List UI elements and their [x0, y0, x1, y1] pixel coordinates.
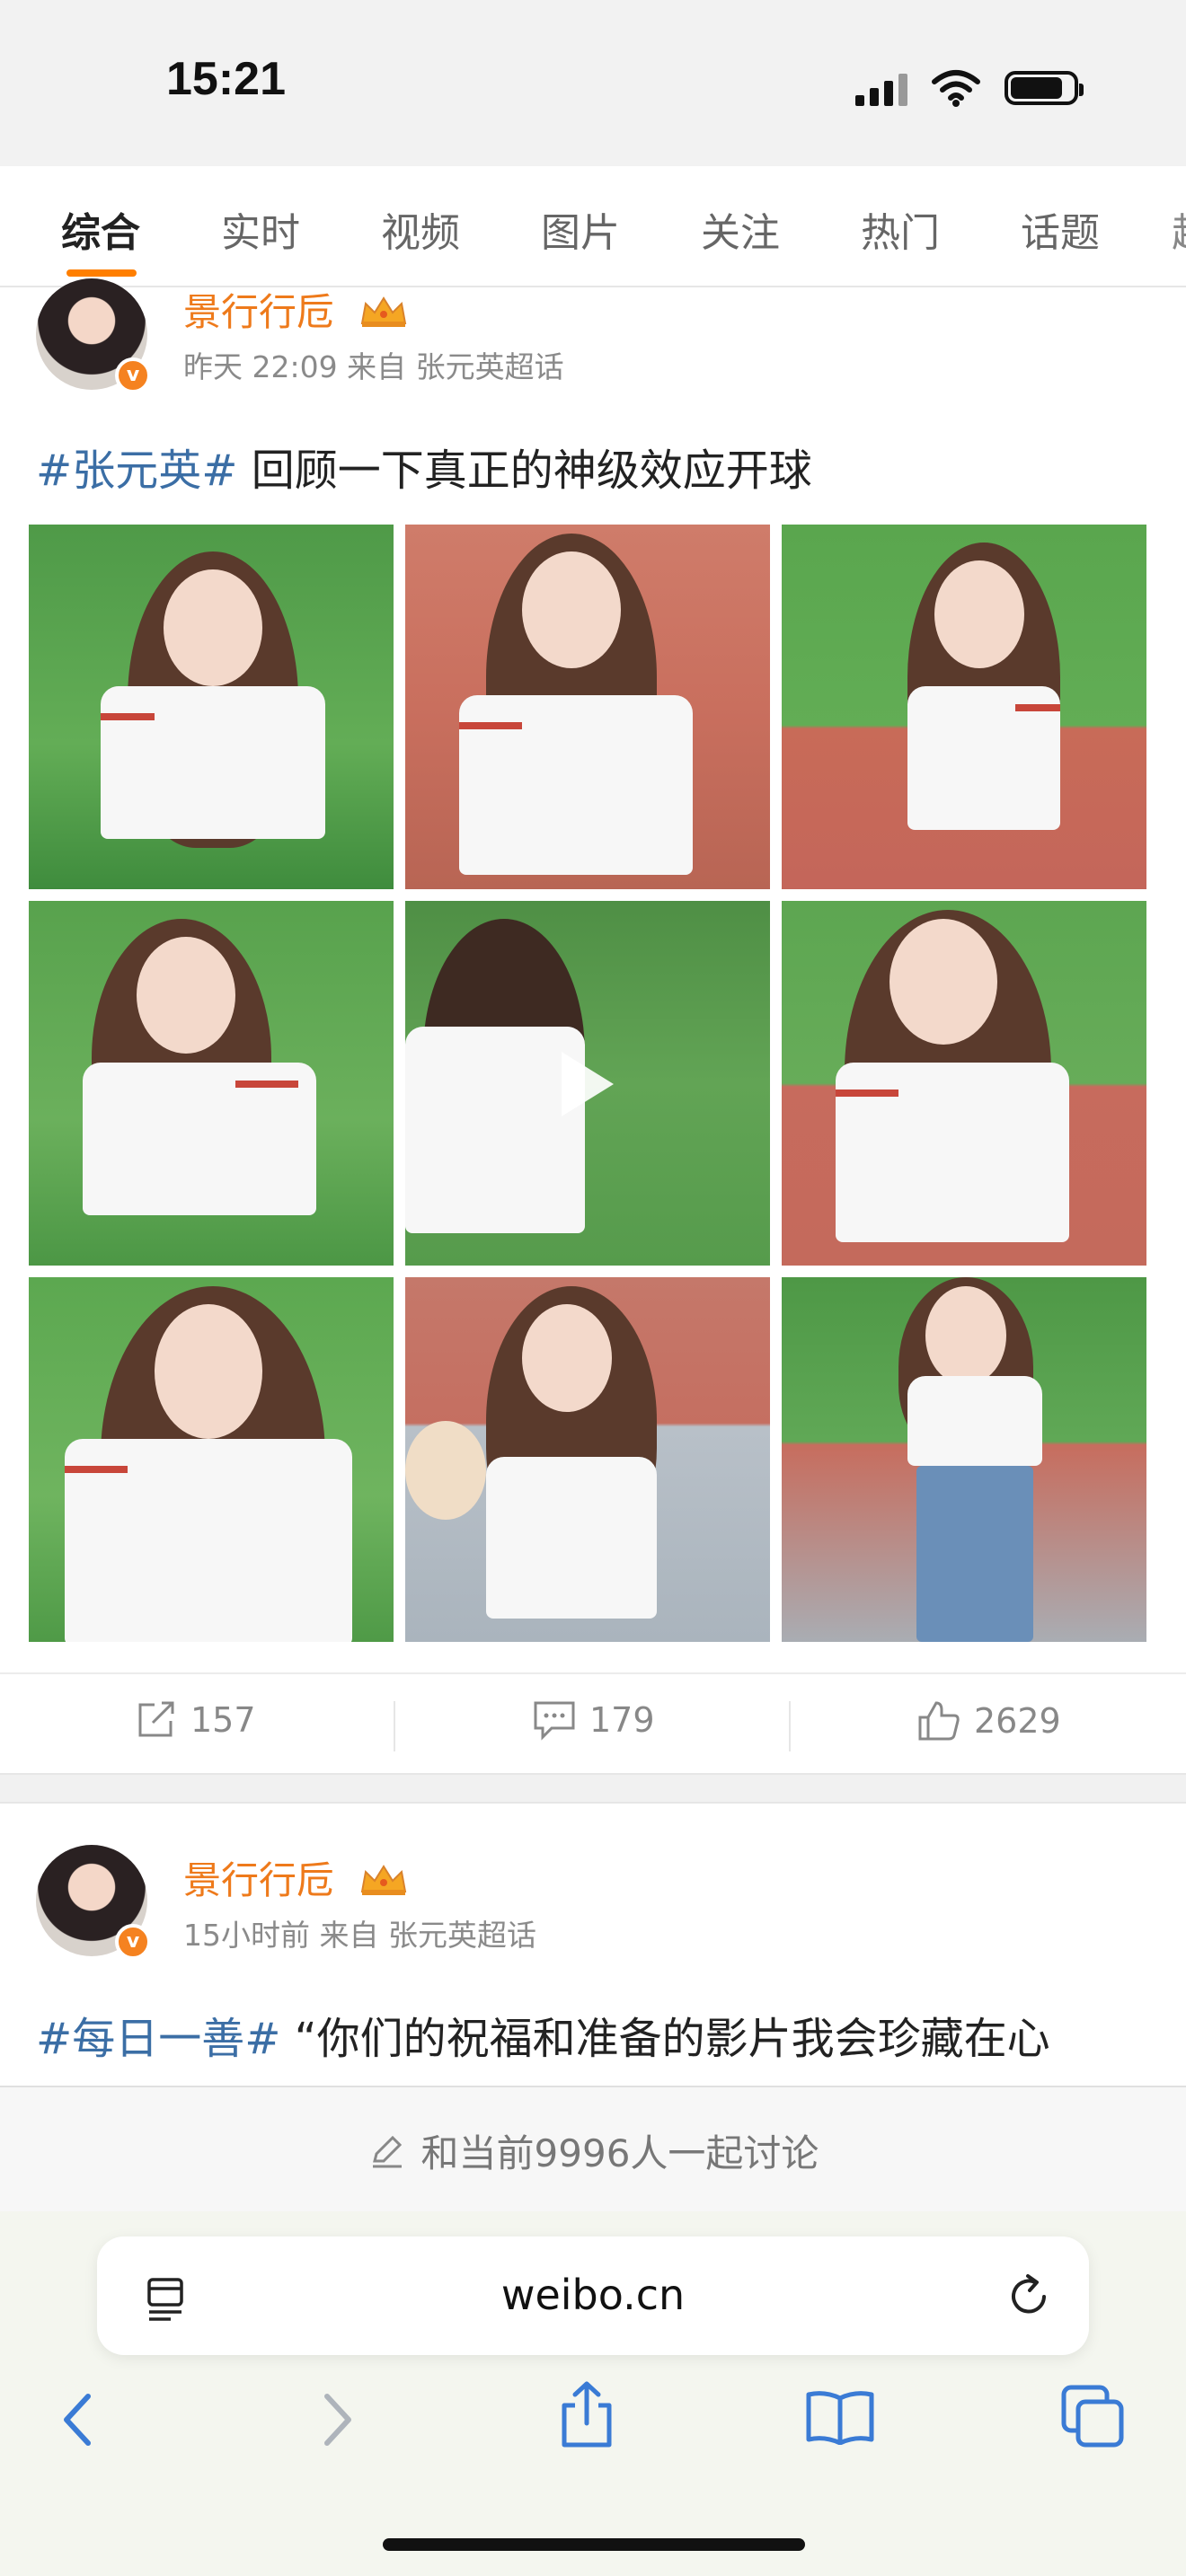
tabs-icon[interactable]: [1060, 2384, 1125, 2448]
active-tab-indicator: [66, 269, 137, 277]
grid-image[interactable]: [405, 525, 770, 889]
grid-image[interactable]: [29, 901, 394, 1266]
like-count: 2629: [974, 1701, 1061, 1741]
discuss-bar[interactable]: 和当前9996人一起讨论: [0, 2086, 1186, 2213]
tab-overflow[interactable]: 超: [1172, 200, 1186, 258]
forward-icon[interactable]: [314, 2391, 359, 2448]
crown-icon: [361, 296, 407, 327]
post-body: 回顾一下真正的神级效应开球: [237, 446, 812, 496]
verified-icon: v: [115, 1924, 151, 1960]
grid-image[interactable]: [782, 1277, 1146, 1642]
grid-image[interactable]: [29, 525, 394, 889]
play-icon[interactable]: [562, 1052, 614, 1116]
grid-image[interactable]: [405, 1277, 770, 1642]
tab-hot[interactable]: 热门: [861, 200, 940, 258]
post-body: “你们的祝福和准备的影片我会珍藏在心: [280, 2014, 1050, 2064]
grid-image[interactable]: [782, 525, 1146, 889]
back-icon[interactable]: [56, 2391, 101, 2448]
tab-comprehensive[interactable]: 综合: [61, 200, 140, 258]
post-actions: 157 179 2629: [0, 1672, 1186, 1775]
grid-image[interactable]: [782, 901, 1146, 1266]
status-icons: [855, 63, 1084, 113]
post-hashtag[interactable]: #每日一善#: [36, 2014, 280, 2064]
battery-icon: [1005, 71, 1084, 105]
crown-icon: [361, 1865, 407, 1895]
pencil-icon: [372, 2135, 402, 2168]
post-text: #张元英# 回顾一下真正的神级效应开球: [36, 435, 812, 498]
status-bar: 15:21: [0, 0, 1186, 166]
share-icon[interactable]: [557, 2380, 616, 2450]
avatar[interactable]: v: [36, 278, 151, 393]
tab-following[interactable]: 关注: [701, 200, 780, 258]
comment-button[interactable]: 179: [532, 1699, 655, 1741]
divider: [789, 1701, 791, 1751]
like-button[interactable]: 2629: [916, 1699, 1061, 1742]
repost-icon: [138, 1701, 174, 1737]
username-text: 景行行卮: [183, 1858, 335, 1902]
repost-button[interactable]: 157: [135, 1699, 256, 1741]
image-grid: [29, 525, 1146, 1642]
grid-video[interactable]: [405, 901, 770, 1266]
status-time: 15:21: [166, 53, 286, 105]
verified-icon: v: [115, 357, 151, 393]
tab-video[interactable]: 视频: [381, 200, 460, 258]
reload-icon[interactable]: [1005, 2272, 1053, 2321]
bookmarks-icon[interactable]: [805, 2389, 875, 2445]
post-meta: 15小时前 来自 张元英超话: [183, 1918, 536, 1953]
tab-realtime[interactable]: 实时: [221, 200, 300, 258]
post-text: #每日一善# “你们的祝福和准备的影片我会珍藏在心: [36, 2003, 1050, 2066]
comment-icon: [534, 1701, 575, 1741]
comment-count: 179: [589, 1700, 655, 1740]
post-hashtag[interactable]: #张元英#: [36, 446, 237, 496]
like-icon: [918, 1701, 960, 1741]
browser-toolbar: weibo.cn: [0, 2211, 1186, 2576]
post-username[interactable]: 景行行卮: [183, 282, 409, 337]
feed-separator: [0, 1773, 1186, 1804]
wifi-icon: [932, 70, 980, 107]
avatar[interactable]: v: [36, 1845, 151, 1960]
tab-images[interactable]: 图片: [541, 200, 620, 258]
post-username[interactable]: 景行行卮: [183, 1850, 409, 1905]
repost-count: 157: [190, 1700, 256, 1740]
tab-topics[interactable]: 话题: [1021, 200, 1100, 258]
post-meta: 昨天 22:09 来自 张元英超话: [183, 349, 564, 384]
feed-tabs: 综合 实时 视频 图片 关注 热门 话题 超: [0, 166, 1186, 287]
username-text: 景行行卮: [183, 290, 335, 334]
divider: [394, 1701, 395, 1751]
url-text: weibo.cn: [500, 2271, 686, 2319]
address-bar[interactable]: weibo.cn: [97, 2236, 1089, 2355]
signal-icon: [855, 70, 907, 106]
grid-image[interactable]: [29, 1277, 394, 1642]
home-indicator[interactable]: [383, 2538, 805, 2551]
discuss-label: 和当前9996人一起讨论: [420, 2130, 819, 2175]
